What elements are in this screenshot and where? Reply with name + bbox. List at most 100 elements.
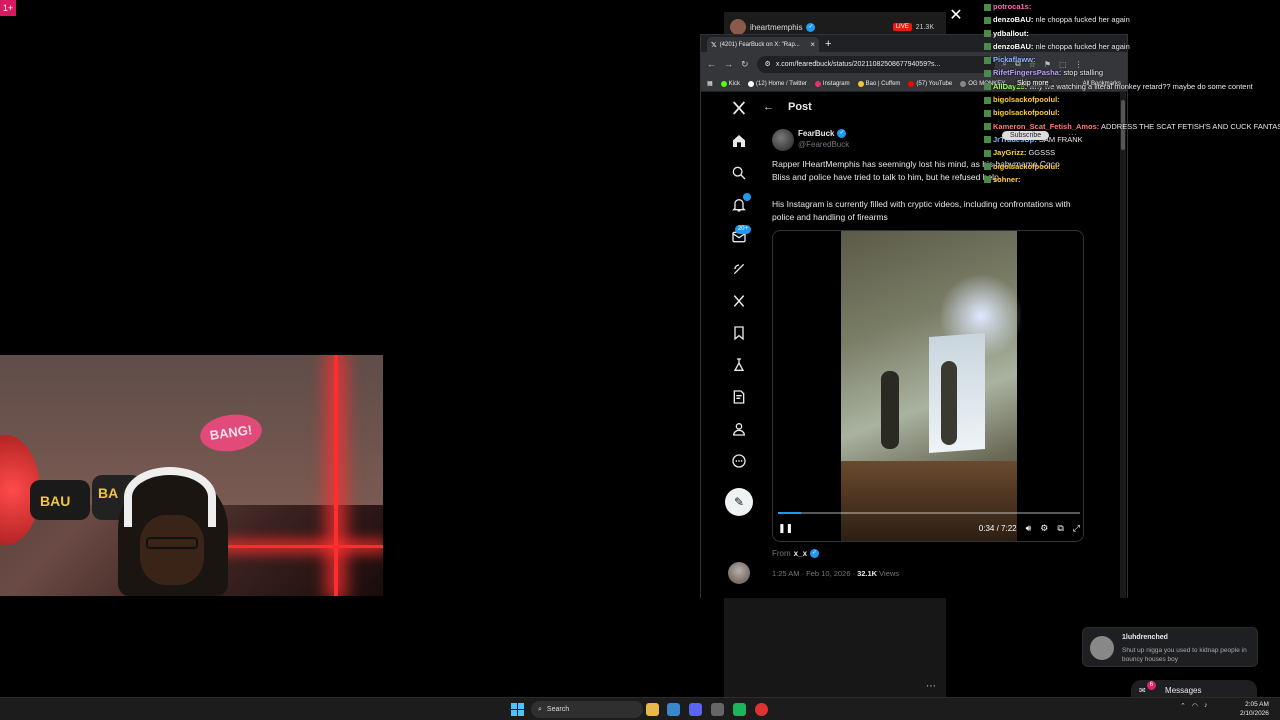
webcam-feed: BANG! BAU BA [0, 355, 383, 596]
tray-chevron-icon[interactable]: ⌃ [1180, 702, 1186, 710]
bookmark-bao[interactable]: Bao | Cuffem [857, 80, 900, 87]
settings-gear-icon[interactable]: ⚙ [1040, 523, 1048, 534]
more-circle-icon[interactable] [721, 449, 757, 473]
back-icon[interactable]: ← [707, 59, 716, 69]
reload-icon[interactable]: ↻ [741, 59, 749, 70]
windows-start-icon[interactable] [511, 703, 524, 716]
taskbar: ⌕ Search ⌃ ◠ ♪ 2:05 AM 2/10/2026 [0, 697, 1280, 720]
forward-icon[interactable]: → [724, 59, 733, 69]
more-options-icon[interactable]: ⋯ [926, 681, 936, 692]
bookmark-label: Kick [728, 80, 741, 87]
pause-icon[interactable]: ❚❚ [778, 523, 793, 534]
channel-name[interactable]: iheartmemphis [750, 23, 802, 32]
chat-username[interactable]: Kameron_Scat_Fetish_Amos: [993, 122, 1099, 131]
post-header: ← Post [763, 98, 812, 116]
close-tab-icon[interactable]: × [810, 40, 815, 49]
views-label: Views [877, 569, 900, 578]
site-info-icon[interactable]: ⚙ [765, 60, 771, 68]
x-logo-icon[interactable] [721, 96, 757, 120]
search-icon: ⌕ [538, 705, 542, 713]
picture-in-picture-icon[interactable]: ⧉ [1057, 523, 1063, 534]
webcam-pillow-lettering: BAU [40, 493, 71, 509]
discord-icon[interactable] [689, 703, 702, 716]
author-handle[interactable]: @FearedBuck [798, 140, 849, 149]
chat-username[interactable]: sohner: [993, 175, 1021, 184]
app-icon[interactable] [711, 703, 724, 716]
taskbar-search[interactable]: ⌕ Search [531, 701, 643, 718]
notifications-icon[interactable] [721, 193, 757, 217]
chat-message: bigolsackofpoolul: [984, 93, 1280, 106]
steam-icon[interactable] [667, 703, 680, 716]
system-tray: ⌃ ◠ ♪ [1180, 702, 1207, 710]
bookmark-kick[interactable]: Kick [720, 80, 741, 87]
volume-icon[interactable]: ♪ [1204, 702, 1208, 710]
account-avatar[interactable] [728, 562, 750, 584]
fullscreen-icon[interactable]: ⤢ [1073, 523, 1080, 534]
verified-icon: ✓ [806, 22, 816, 32]
profile-icon[interactable] [721, 417, 757, 441]
author-name[interactable]: FearBuck ✓ [798, 129, 847, 138]
chat-message: Pickaflaww: [984, 53, 1280, 66]
from-user-link[interactable]: x_x [794, 549, 807, 558]
page-title: Post [788, 101, 812, 113]
close-icon[interactable]: ✕ [948, 8, 964, 24]
chrome-active-icon[interactable] [755, 703, 768, 716]
jobs-icon[interactable] [721, 353, 757, 377]
chat-username[interactable]: denzoBAU: [993, 15, 1033, 24]
new-tab-icon[interactable]: + [825, 37, 831, 52]
message-notification[interactable]: 1luhdrenched Shut up nigga you used to k… [1082, 627, 1258, 667]
chat-username[interactable]: bigolsackofpoolul: [993, 108, 1060, 117]
chat-username[interactable]: potroca1s: [993, 2, 1031, 11]
skip-more-button[interactable]: Skip more [1014, 79, 1052, 88]
grok-icon[interactable] [721, 257, 757, 281]
bookmark-instagram[interactable]: Instagram [814, 80, 850, 87]
chat-badge-icon [984, 149, 991, 157]
author-avatar[interactable] [772, 129, 794, 151]
chat-message: bigolsackofpoolul: [984, 160, 1280, 173]
messages-icon[interactable]: 20+ [721, 225, 757, 249]
chat-username[interactable]: bigolsackofpoolul: [993, 162, 1060, 171]
home-icon[interactable] [721, 129, 757, 153]
chat-text: GGSSS [1028, 148, 1056, 158]
chat-message: JayGrizz: GGSSS [984, 146, 1280, 159]
webcam-led-strip [220, 545, 383, 548]
view-count: 32.1K [857, 569, 878, 578]
viewer-count: 21.3K [915, 23, 934, 31]
url-text: x.com/fearedbuck/status/2021108250867794… [775, 60, 941, 68]
address-bar[interactable]: ⚙ x.com/fearedbuck/status/20211082508677… [756, 55, 995, 73]
post-timestamp[interactable]: 1:25 AM · Feb 10, 2026 · [772, 569, 857, 578]
chat-badge-icon [984, 176, 991, 184]
video-current-time: 0:34 [978, 523, 995, 533]
chat-username[interactable]: bigolsackofpoolul: [993, 95, 1060, 104]
chat-username[interactable]: RifetFingersPasha: [993, 68, 1061, 77]
video-progress-bar[interactable] [778, 512, 1080, 514]
chat-username[interactable]: JayGrizz: [993, 148, 1026, 157]
apps-icon[interactable]: ▦ [707, 80, 713, 87]
articles-icon[interactable] [721, 385, 757, 409]
bookmark-twitter[interactable]: (12) Home / Twitter [748, 80, 807, 87]
browser-tab[interactable]: 𝕏 (4201) FearBuck on X: "Rap... × [707, 37, 819, 52]
subscribe-button[interactable]: Subscribe [1002, 131, 1050, 140]
bookmark-youtube[interactable]: (57) YouTube [908, 80, 952, 87]
chat-badge-icon [984, 70, 991, 77]
video-player[interactable]: ❚❚ 0:34 / 7:22 🔊︎ ⚙ ⧉ ⤢ [772, 230, 1084, 542]
instagram-icon [814, 80, 821, 87]
chat-username[interactable]: denzoBAU: [993, 42, 1033, 51]
back-arrow-icon[interactable]: ← [763, 101, 774, 113]
chrome-icon[interactable] [646, 703, 659, 716]
premium-x-icon[interactable] [721, 289, 757, 313]
chat-badge-icon [984, 123, 991, 131]
bookmarks-icon[interactable] [721, 321, 757, 345]
chat-username[interactable]: ydballout: [993, 29, 1029, 38]
video-source: From x_x ✓ [772, 549, 820, 558]
wifi-icon[interactable]: ◠ [1192, 702, 1198, 710]
obs-icon[interactable] [733, 703, 746, 716]
author-name-text: FearBuck [798, 129, 835, 138]
volume-icon[interactable]: 🔊︎ [1026, 523, 1032, 534]
plus-badge-icon[interactable]: 1+ [0, 0, 16, 16]
compose-post-icon[interactable]: ✎ [725, 488, 753, 516]
chat-username[interactable]: Pickaflaww: [993, 55, 1036, 64]
chat-text: why we watching a literal monkey retard?… [1029, 81, 1253, 91]
system-clock[interactable]: 2:05 AM 2/10/2026 [1240, 700, 1269, 718]
search-icon[interactable] [721, 161, 757, 185]
